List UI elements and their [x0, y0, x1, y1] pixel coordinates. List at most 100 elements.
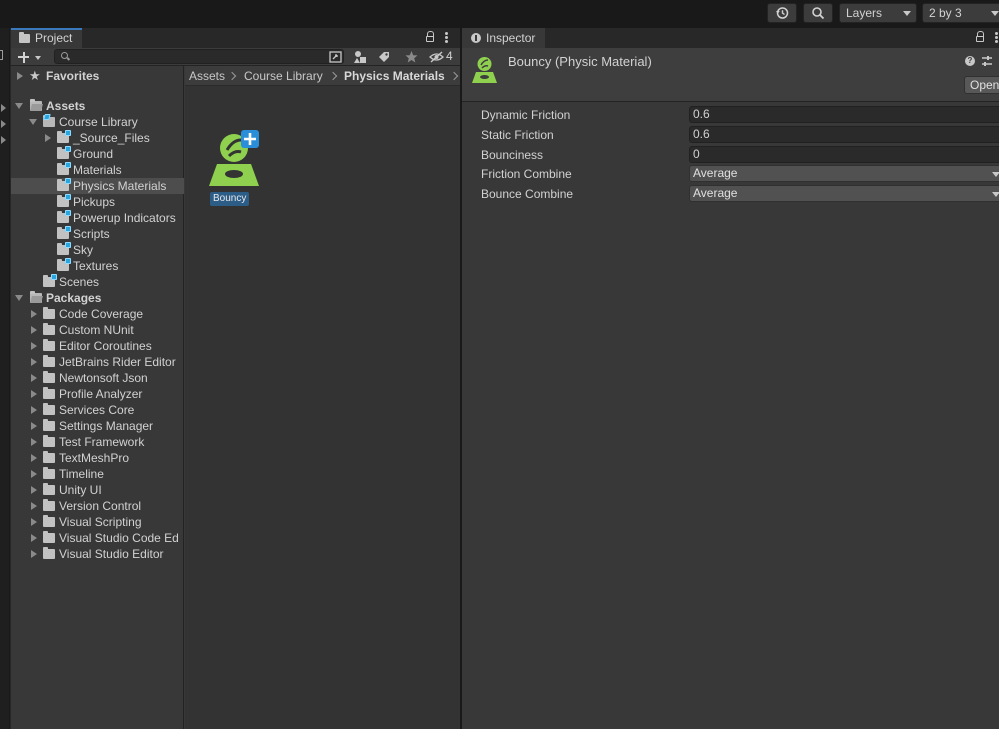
tree-item-package[interactable]: Visual Studio Editor [11, 546, 184, 562]
tree-item-package[interactable]: Test Framework [11, 434, 184, 450]
bounciness-field[interactable]: 0 [689, 146, 999, 163]
tree-item-scripts[interactable]: Scripts [11, 226, 184, 242]
layers-dropdown[interactable]: Layers [839, 3, 917, 23]
expand-arrow-icon[interactable] [1, 120, 6, 128]
expand-arrow-icon[interactable] [1, 136, 6, 144]
tree-item-package[interactable]: Editor Coroutines [11, 338, 184, 354]
search-input[interactable] [54, 49, 344, 64]
breadcrumb-item[interactable]: Assets [189, 69, 225, 83]
tree-item-packages[interactable]: Packages [11, 290, 184, 306]
expand-arrow-icon[interactable] [1, 104, 6, 112]
search-by-type-icon[interactable] [329, 50, 344, 64]
expand-arrow-icon[interactable] [31, 502, 37, 510]
tree-item-package[interactable]: Settings Manager [11, 418, 184, 434]
open-button[interactable]: Open [964, 76, 999, 94]
collapse-arrow-icon[interactable] [15, 103, 23, 109]
help-icon[interactable]: ? [965, 56, 975, 66]
asset-tile-bouncy[interactable]: Bouncy [203, 128, 263, 208]
folder-icon [43, 403, 55, 415]
expand-arrow-icon[interactable] [45, 134, 51, 142]
expand-arrow-icon[interactable] [17, 72, 23, 80]
tree-item-package[interactable]: Services Core [11, 402, 184, 418]
tree-item-physics-materials[interactable]: Physics Materials [11, 178, 184, 194]
expand-arrow-icon[interactable] [31, 342, 37, 350]
collapse-arrow-icon[interactable] [15, 295, 23, 301]
hidden-packages-icon[interactable] [429, 50, 444, 64]
tree-item-textures[interactable]: Textures [11, 258, 184, 274]
expand-arrow-icon[interactable] [31, 518, 37, 526]
tree-item-package[interactable]: Timeline [11, 466, 184, 482]
expand-arrow-icon[interactable] [31, 534, 37, 542]
tree-item-source-files[interactable]: _Source_Files [11, 130, 184, 146]
tree-item-package[interactable]: Visual Scripting [11, 514, 184, 530]
lock-icon[interactable] [976, 31, 984, 42]
expand-arrow-icon[interactable] [31, 310, 37, 318]
tree-item-package[interactable]: Profile Analyzer [11, 386, 184, 402]
tree-item-package[interactable]: Version Control [11, 498, 184, 514]
expand-arrow-icon[interactable] [31, 438, 37, 446]
expand-arrow-icon[interactable] [31, 454, 37, 462]
prop-label: Dynamic Friction [481, 108, 571, 122]
expand-arrow-icon[interactable] [31, 422, 37, 430]
static-friction-field[interactable]: 0.6 [689, 126, 999, 143]
folder-open-icon [43, 115, 55, 127]
chevron-down-icon [35, 56, 41, 60]
tree-item-label: Newtonsoft Json [59, 371, 148, 385]
tree-item-package[interactable]: JetBrains Rider Editor [11, 354, 184, 370]
tree-item-materials[interactable]: Materials [11, 162, 184, 178]
physic-material-icon [472, 57, 497, 83]
expand-arrow-icon[interactable] [31, 486, 37, 494]
expand-arrow-icon[interactable] [31, 550, 37, 558]
folder-icon [43, 467, 55, 479]
expand-arrow-icon[interactable] [31, 358, 37, 366]
expand-arrow-icon[interactable] [31, 406, 37, 414]
tree-item-scenes[interactable]: Scenes [11, 274, 184, 290]
tree-item-package[interactable]: Unity UI [11, 482, 184, 498]
dynamic-friction-field[interactable]: 0.6 [689, 106, 999, 123]
tree-item-package[interactable]: Code Coverage [11, 306, 184, 322]
folder-icon [43, 435, 55, 447]
friction-combine-dropdown[interactable]: Average [689, 165, 999, 182]
chevron-down-icon [991, 11, 999, 16]
lock-icon[interactable] [426, 31, 434, 42]
label-tag-icon[interactable] [377, 50, 392, 64]
tree-item-ground[interactable]: Ground [11, 146, 184, 162]
tree-item-favorites[interactable]: ★ Favorites [11, 68, 184, 84]
more-options-icon[interactable] [445, 36, 448, 39]
breadcrumb-item[interactable]: Physics Materials [344, 69, 445, 83]
tree-item-pickups[interactable]: Pickups [11, 194, 184, 210]
presets-icon[interactable] [981, 55, 993, 67]
tab-inspector[interactable]: Inspector [462, 28, 546, 48]
chevron-down-icon [903, 11, 911, 16]
tree-item-label: Pickups [73, 195, 116, 209]
tree-item-powerup-indicators[interactable]: Powerup Indicators [11, 210, 184, 226]
tree-item-label: Course Library [59, 115, 138, 129]
folder-open-icon [30, 99, 42, 111]
tree-item-package[interactable]: Custom NUnit [11, 322, 184, 338]
expand-arrow-icon[interactable] [31, 470, 37, 478]
folder-icon [57, 178, 71, 191]
tree-item-course-library[interactable]: Course Library [11, 114, 184, 130]
folder-icon [43, 531, 55, 543]
filter-by-type-icon[interactable] [353, 50, 368, 64]
tab-project[interactable]: Project [11, 28, 83, 48]
tree-item-package[interactable]: TextMeshPro [11, 450, 184, 466]
create-button[interactable] [15, 49, 45, 65]
collapse-arrow-icon[interactable] [29, 119, 37, 125]
tree-item-label: Version Control [59, 499, 142, 513]
expand-arrow-icon[interactable] [31, 326, 37, 334]
bounce-combine-dropdown[interactable]: Average [689, 185, 999, 202]
breadcrumb-item[interactable]: Course Library [244, 69, 323, 83]
tree-item-package[interactable]: Visual Studio Code Ed [11, 530, 184, 546]
history-button[interactable] [767, 3, 797, 23]
layout-dropdown[interactable]: 2 by 3 [922, 3, 999, 23]
favorite-star-icon[interactable] [404, 50, 419, 64]
search-button[interactable] [803, 3, 833, 23]
more-options-icon[interactable] [995, 36, 998, 39]
asset-name-label: Bouncy [210, 192, 250, 206]
expand-arrow-icon[interactable] [31, 390, 37, 398]
tree-item-package[interactable]: Newtonsoft Json [11, 370, 184, 386]
tree-item-assets[interactable]: Assets [11, 98, 184, 114]
tree-item-sky[interactable]: Sky [11, 242, 184, 258]
expand-arrow-icon[interactable] [31, 374, 37, 382]
